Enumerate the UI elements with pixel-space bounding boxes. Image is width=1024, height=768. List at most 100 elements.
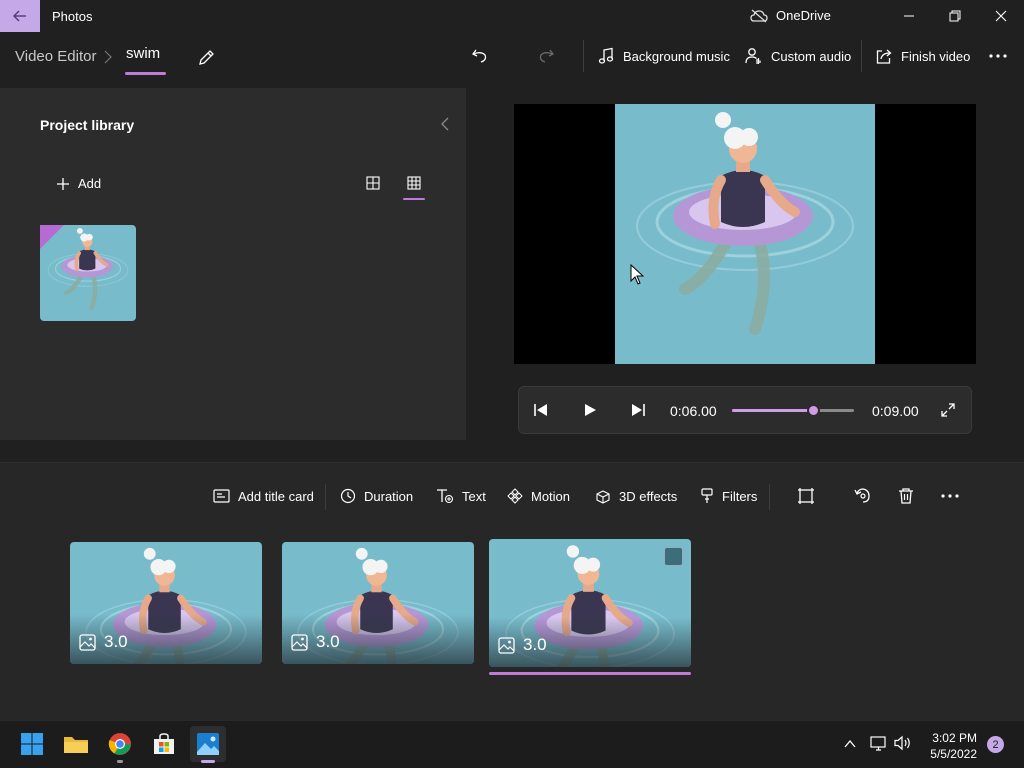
clip-duration-value: 3.0 (104, 632, 128, 651)
photos-icon (197, 733, 219, 755)
image-icon (79, 633, 96, 651)
clip-duration: 3.0 (498, 635, 547, 655)
add-media-button[interactable]: Add (56, 176, 101, 191)
text-button[interactable]: Text (436, 482, 486, 510)
back-button[interactable] (0, 0, 40, 32)
previous-frame-button[interactable] (527, 396, 555, 424)
swimmer-image (615, 104, 875, 364)
total-time: 0:09.00 (872, 403, 919, 419)
windows-logo-icon (21, 733, 43, 755)
chevron-left-icon (441, 117, 449, 131)
minimize-icon (904, 15, 914, 17)
text-add-icon (437, 489, 454, 504)
skip-back-icon (534, 404, 547, 416)
project-library-title: Project library (40, 117, 135, 133)
redo-button[interactable] (532, 42, 560, 70)
large-grid-view-button[interactable] (362, 172, 384, 194)
motion-button[interactable]: Motion (507, 482, 570, 510)
undo-button[interactable] (466, 42, 494, 70)
duration-label: Duration (364, 488, 414, 504)
crop-icon (798, 488, 814, 504)
minimize-button[interactable] (886, 0, 932, 32)
move-arrows-icon (507, 488, 523, 504)
delete-button[interactable] (892, 482, 920, 510)
seek-thumb[interactable] (807, 404, 820, 417)
text-label: Text (462, 488, 486, 504)
skip-forward-icon (632, 404, 645, 416)
filters-button[interactable]: Filters (700, 482, 757, 510)
chrome-button[interactable] (102, 726, 138, 762)
clock-date: 5/5/2022 (930, 747, 977, 761)
start-button[interactable] (14, 726, 50, 762)
grid-small-icon (407, 176, 421, 190)
rotate-button[interactable] (848, 482, 876, 510)
clip-duration-value: 3.0 (316, 632, 340, 651)
photos-active-indicator (201, 760, 215, 763)
restore-button[interactable] (932, 0, 978, 32)
photos-app-button[interactable] (190, 726, 226, 762)
show-hidden-icons-button[interactable] (843, 737, 857, 751)
add-title-card-button[interactable]: Add title card (213, 482, 314, 510)
3d-effects-button[interactable]: 3D effects (595, 482, 677, 510)
image-icon (291, 633, 308, 651)
file-explorer-button[interactable] (58, 726, 94, 762)
breadcrumb-video-editor[interactable]: Video Editor (15, 48, 96, 65)
clip-select-checkbox[interactable] (664, 547, 683, 566)
crop-button[interactable] (792, 482, 820, 510)
network-status-button[interactable] (870, 735, 888, 751)
notification-badge[interactable]: 2 (987, 736, 1004, 753)
custom-audio-button[interactable]: Custom audio (745, 42, 851, 70)
custom-audio-label: Custom audio (771, 48, 852, 64)
cloud-off-icon (750, 9, 768, 22)
collapse-library-button[interactable] (438, 116, 452, 132)
close-icon (995, 10, 1007, 22)
mouse-cursor-icon (630, 264, 644, 286)
seek-progress (732, 409, 813, 412)
storyboard-more-button[interactable] (936, 482, 964, 510)
share-export-icon (876, 49, 892, 64)
breadcrumb-project-name[interactable]: swim (126, 45, 160, 62)
volume-button[interactable] (894, 735, 912, 751)
rename-project-button[interactable] (192, 44, 220, 72)
redo-icon (539, 49, 554, 63)
clock-icon (340, 488, 356, 504)
storyboard-clip-selected[interactable]: 3.0 (489, 539, 691, 667)
breadcrumb-active-indicator (125, 72, 166, 75)
more-options-button[interactable] (984, 42, 1012, 70)
motion-label: Motion (531, 488, 571, 504)
more-horizontal-icon (989, 54, 1007, 58)
storyboard-tool-divider (325, 484, 326, 510)
small-grid-view-button[interactable] (403, 172, 425, 194)
more-horizontal-icon (941, 494, 959, 498)
grid-large-icon (366, 176, 380, 190)
clip-selected-indicator (489, 672, 691, 675)
pencil-icon (199, 50, 214, 65)
storyboard-clip[interactable]: 3.0 (282, 542, 474, 664)
view-active-indicator (403, 198, 425, 200)
chrome-running-indicator (117, 760, 123, 763)
3d-sparkle-icon (596, 490, 610, 504)
3d-effects-label: 3D effects (619, 488, 678, 504)
filter-brush-icon (701, 488, 713, 503)
app-title: Photos (52, 9, 93, 24)
clock[interactable]: 3:02 PM 5/5/2022 (925, 730, 977, 762)
back-arrow-icon (12, 10, 26, 22)
finish-video-button[interactable]: Finish video (875, 42, 970, 70)
background-music-button[interactable]: Background music (597, 42, 730, 70)
person-audio-icon (745, 48, 761, 64)
next-frame-button[interactable] (624, 396, 652, 424)
clock-time: 3:02 PM (932, 731, 977, 745)
close-button[interactable] (978, 0, 1024, 32)
title-bar (0, 0, 1024, 32)
finish-video-label: Finish video (901, 48, 971, 64)
duration-button[interactable]: Duration (340, 482, 413, 510)
storyboard-tool-divider-2 (769, 484, 770, 510)
play-button[interactable] (576, 396, 604, 424)
breadcrumb-chevron-icon (103, 48, 113, 66)
fullscreen-button[interactable] (934, 396, 962, 424)
add-media-label: Add (78, 176, 102, 191)
onedrive-status[interactable]: OneDrive (750, 8, 831, 23)
rotate-icon (854, 488, 870, 503)
storyboard-clip[interactable]: 3.0 (70, 542, 262, 664)
microsoft-store-button[interactable] (146, 726, 182, 762)
